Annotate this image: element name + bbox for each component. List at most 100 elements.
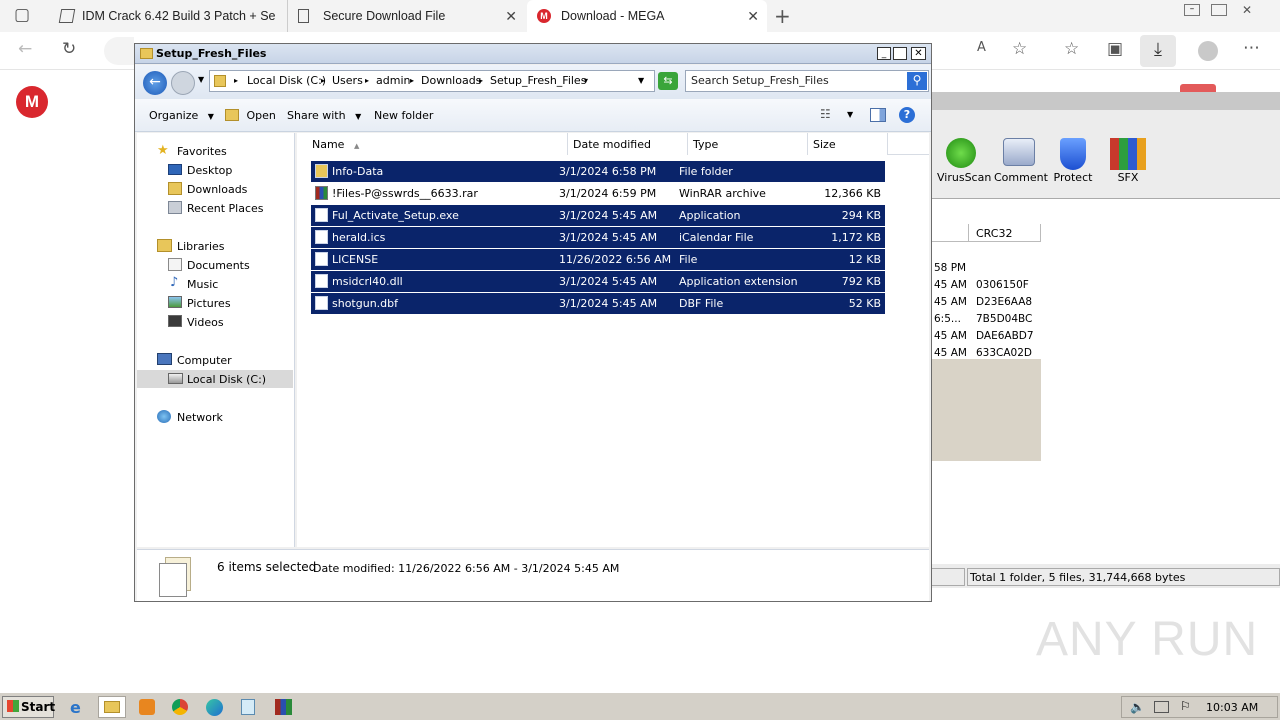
history-chevron-icon[interactable]: ▼ [198, 75, 204, 84]
column-header-size[interactable]: Size [808, 133, 888, 155]
search-input[interactable]: Search Setup_Fresh_Files ⚲ [685, 70, 929, 92]
maximize-icon[interactable] [893, 47, 907, 60]
nav-libraries[interactable]: Libraries [137, 237, 293, 255]
tab-mega[interactable]: M Download - MEGA ✕ [527, 0, 767, 32]
close-tab-icon[interactable]: ✕ [505, 8, 517, 25]
table-row[interactable]: herald.ics 3/1/2024 5:45 AM iCalendar File… [311, 227, 885, 248]
window-close-icon[interactable]: ✕ [1242, 3, 1252, 17]
list-item[interactable]: 45 AM DAE6ABD7 [931, 327, 1041, 344]
nav-computer[interactable]: Computer [137, 351, 293, 369]
nav-local-disk[interactable]: Local Disk (C:) [137, 370, 293, 388]
videos-icon [168, 315, 182, 327]
organize-button[interactable]: Organize ▼ [149, 109, 214, 122]
nav-label: Videos [187, 316, 224, 329]
breadcrumb-item[interactable]: Downloads [421, 74, 481, 87]
taskbar-explorer-button[interactable] [98, 696, 126, 718]
search-icon[interactable]: ⚲ [907, 72, 927, 90]
new-folder-button[interactable]: New folder [374, 109, 433, 122]
nav-pictures[interactable]: Pictures [137, 294, 293, 312]
exe-icon [315, 208, 328, 222]
share-with-button[interactable]: Share with ▼ [287, 109, 361, 122]
nav-music[interactable]: ♪ Music [137, 275, 293, 293]
breadcrumb[interactable]: ▸ Local Disk (C:) ▸ Users ▸ admin ▸ Down… [209, 70, 655, 92]
refresh-icon[interactable]: ↻ [62, 39, 76, 59]
mega-red-button[interactable] [1180, 84, 1216, 92]
address-field[interactable] [104, 37, 134, 65]
column-header-type[interactable]: Type [688, 133, 808, 155]
preview-pane-icon[interactable] [870, 108, 886, 122]
tab-idm-crack[interactable]: IDM Crack 6.42 Build 3 Patch + Se [50, 0, 286, 32]
collections-icon[interactable]: ▣ [1107, 39, 1123, 59]
list-item[interactable]: 45 AM D23E6AA8 [931, 293, 1041, 310]
table-row[interactable]: !Files-P@sswrds__6633.rar 3/1/2024 6:59 P… [311, 183, 885, 204]
window-minimize-icon[interactable]: – [1184, 4, 1200, 16]
read-aloud-icon[interactable]: A [977, 40, 986, 55]
forward-button[interactable] [171, 71, 195, 95]
mega-logo[interactable]: M [16, 86, 48, 118]
breadcrumb-item[interactable]: Setup_Fresh_Files [490, 74, 586, 87]
nav-documents[interactable]: Documents [137, 256, 293, 274]
breadcrumb-item[interactable]: Users [332, 74, 363, 87]
breadcrumb-item[interactable]: admin [376, 74, 410, 87]
table-row[interactable]: Info-Data 3/1/2024 6:58 PM File folder [311, 161, 885, 182]
table-row[interactable]: msidcrl40.dll 3/1/2024 5:45 AM Application… [311, 271, 885, 292]
nav-desktop[interactable]: Desktop [137, 161, 293, 179]
nav-network[interactable]: Network [137, 408, 293, 426]
libraries-icon [157, 239, 172, 252]
sfx-button[interactable]: SFX [1106, 138, 1150, 184]
address-dropdown-icon[interactable]: ▼ [638, 76, 644, 85]
downloads-button[interactable]: ⤓ [1140, 35, 1176, 67]
breadcrumb-item[interactable]: Local Disk (C:) [247, 74, 326, 87]
view-chevron-icon[interactable]: ▼ [847, 110, 853, 119]
close-tab-icon[interactable]: ✕ [747, 8, 759, 25]
media-player-icon[interactable] [139, 699, 155, 715]
notepad-icon[interactable] [241, 699, 255, 715]
back-icon[interactable]: ← [18, 39, 32, 59]
breadcrumb-separator-icon: ▸ [234, 76, 239, 85]
virusscan-button[interactable]: VirusScan [937, 138, 991, 184]
table-row[interactable]: LICENSE 11/26/2022 6:56 AM File 12 KB [311, 249, 885, 270]
edge-icon[interactable] [206, 699, 223, 716]
list-item[interactable]: 58 PM [931, 259, 1041, 276]
tab-favicon [58, 9, 76, 23]
network-tray-icon[interactable] [1154, 701, 1169, 713]
tab-actions-icon[interactable]: ▢ [14, 5, 30, 25]
flag-icon[interactable]: ⚐ [1180, 699, 1191, 713]
chrome-icon[interactable] [172, 699, 188, 715]
table-row[interactable]: shotgun.dbf 3/1/2024 5:45 AM DBF File 52 KB [311, 293, 885, 314]
protect-button[interactable]: Protect [1049, 138, 1097, 184]
new-tab-icon[interactable]: + [774, 4, 791, 28]
nav-downloads[interactable]: Downloads [137, 180, 293, 198]
list-item[interactable]: 45 AM 633CA02D [931, 344, 1041, 361]
column-header-name[interactable]: Name ▲ [297, 133, 568, 155]
back-button[interactable]: ← [143, 71, 167, 95]
minimize-icon[interactable]: _ [877, 47, 891, 60]
comment-button[interactable]: Comment [994, 138, 1048, 184]
more-options-icon[interactable]: ⋯ [1243, 38, 1260, 58]
winrar-icon[interactable] [275, 699, 292, 715]
column-header-crc32[interactable]: CRC32 [969, 224, 1041, 242]
nav-videos[interactable]: Videos [137, 313, 293, 331]
profile-avatar[interactable] [1198, 41, 1218, 61]
ie-icon[interactable]: e [70, 698, 81, 717]
table-row[interactable]: Ful_Activate_Setup.exe 3/1/2024 5:45 AM Ap… [311, 205, 885, 226]
close-icon[interactable]: ✕ [911, 47, 926, 60]
list-item[interactable]: 6:5... 7B5D04BC [931, 310, 1041, 327]
open-button[interactable]: Open [225, 109, 276, 122]
volume-icon[interactable]: 🔈 [1130, 700, 1145, 714]
tab-secure-download[interactable]: Secure Download File ✕ [287, 0, 525, 32]
clock[interactable]: 10:03 AM [1206, 701, 1258, 714]
view-options-icon[interactable]: ☷ [820, 107, 831, 121]
column-header-date[interactable]: Date modified [568, 133, 688, 155]
window-restore-icon[interactable] [1211, 4, 1227, 16]
nav-favorites[interactable]: ★ Favorites [137, 142, 293, 160]
breadcrumb-separator-icon: ▸ [479, 76, 484, 85]
add-favorite-icon[interactable]: ☆ [1012, 39, 1027, 59]
help-icon[interactable]: ? [899, 107, 915, 123]
start-button[interactable]: Start [2, 696, 55, 718]
refresh-icon[interactable]: ⇆ [658, 72, 678, 90]
explorer-title-bar[interactable]: Setup_Fresh_Files _ ✕ [135, 44, 931, 64]
favorites-icon[interactable]: ☆ [1064, 39, 1079, 59]
list-item[interactable]: 45 AM 0306150F [931, 276, 1041, 293]
nav-recent-places[interactable]: Recent Places [137, 199, 293, 217]
